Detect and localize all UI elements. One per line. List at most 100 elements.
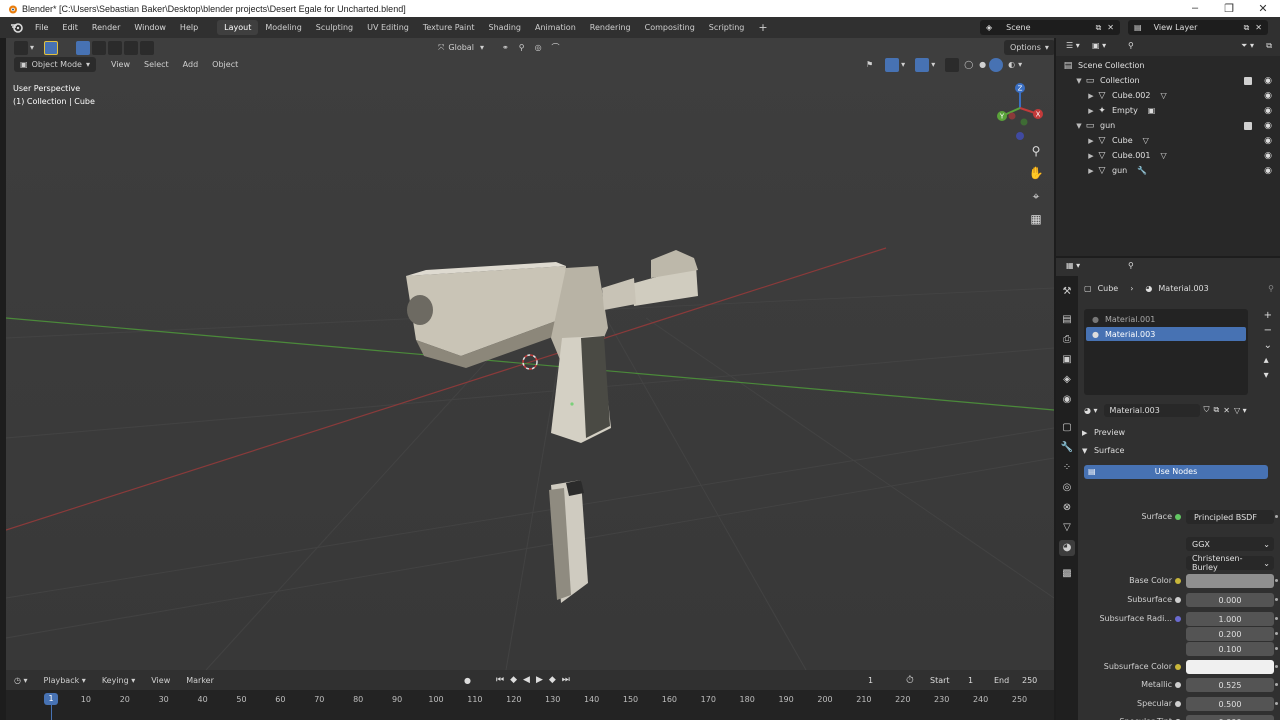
world-tab-icon[interactable]: ◉ [1059, 392, 1075, 408]
keyframe-dot-icon[interactable] [1275, 579, 1278, 582]
socket-dot-icon[interactable] [1175, 514, 1181, 520]
keyframe-dot-icon[interactable] [1275, 617, 1278, 620]
number-field[interactable]: 0.000 [1186, 593, 1274, 607]
mesh-data-icon[interactable]: ▽ [1160, 91, 1166, 100]
outliner-editor-type-icon[interactable]: ☰ ▾ [1066, 41, 1080, 50]
keyframe-dot-icon[interactable] [1275, 515, 1278, 518]
options-dropdown[interactable]: Options ▾ [1004, 40, 1054, 55]
expand-icon[interactable]: ▼ [1074, 77, 1084, 85]
proportional-edit-icon[interactable]: ◎ [535, 43, 542, 52]
constraints-tab-icon[interactable]: ⊗ [1059, 500, 1075, 516]
number-field[interactable]: 0.525 [1186, 678, 1274, 692]
tab-texture-paint[interactable]: Texture Paint [416, 20, 482, 35]
3d-viewport[interactable]: ▾ ⤧ Global ▾ ⚭ ⚲ ◎ ⌒ Options ▾ ▣ Object … [6, 38, 1054, 670]
modifier-tab-icon[interactable]: 🔧 [1059, 440, 1075, 456]
socket-dot-icon[interactable] [1175, 616, 1181, 622]
scene-selector[interactable]: ◈ Scene ⧉ ✕ [980, 20, 1120, 35]
visibility-eye-icon[interactable]: ◉ [1264, 151, 1272, 161]
snap-icon[interactable]: ⚲ [519, 43, 525, 52]
filter-icon[interactable]: ⏷ ▾ [1241, 41, 1254, 51]
menu-window[interactable]: Window [127, 23, 173, 32]
mesh-data-icon[interactable]: ▽ [1143, 136, 1149, 145]
expand-icon[interactable]: ▼ [1074, 122, 1084, 130]
scene-tab-icon[interactable]: ◈ [1059, 372, 1075, 388]
solid-shading-icon[interactable]: ● [979, 60, 986, 69]
copy-icon[interactable]: ⧉ [1096, 23, 1102, 33]
add-slot-icon[interactable]: + [1264, 310, 1272, 321]
number-field[interactable]: 0.100 [1186, 642, 1274, 656]
section-surface[interactable]: ▼ Surface [1082, 446, 1124, 455]
tool-tab-icon[interactable]: ⚒ [1059, 284, 1075, 300]
keyframe-dot-icon[interactable] [1275, 632, 1278, 635]
keyframe-dot-icon[interactable] [1275, 702, 1278, 705]
blender-menu-icon[interactable] [6, 21, 28, 35]
output-tab-icon[interactable]: ⎙ [1059, 332, 1075, 348]
jump-end-icon[interactable]: ⏭ [562, 675, 570, 685]
collapse-icon[interactable]: ▶ [1086, 152, 1096, 160]
socket-dot-icon[interactable] [1175, 597, 1181, 603]
color-swatch[interactable] [1186, 574, 1274, 588]
visibility-eye-icon[interactable]: ◉ [1264, 136, 1272, 146]
timeline-editor-type-icon[interactable]: ◷ ▾ [6, 676, 36, 685]
tab-shading[interactable]: Shading [481, 20, 528, 35]
collapse-icon[interactable]: ▶ [1086, 167, 1096, 175]
add-workspace-button[interactable]: + [751, 18, 774, 37]
keyframe-dot-icon[interactable] [1275, 598, 1278, 601]
display-mode-icon[interactable]: ▣ ▾ [1092, 41, 1106, 50]
mesh-data-icon[interactable]: ▽ [1160, 151, 1166, 160]
data-tab-icon[interactable]: ▽ [1059, 520, 1075, 536]
properties-editor-type-icon[interactable]: ▦ ▾ [1066, 261, 1080, 270]
visibility-eye-icon[interactable]: ◉ [1264, 91, 1272, 101]
object-tab-icon[interactable]: ▢ [1059, 420, 1075, 436]
duplicate-material-icon[interactable]: ⧉ [1214, 405, 1220, 415]
menu-object[interactable]: Object [205, 60, 245, 69]
camera-view-icon[interactable]: ⌖ [1028, 189, 1044, 205]
rendered-shading-icon[interactable]: ◐ [1008, 60, 1015, 69]
pan-hand-icon[interactable]: ✋ [1028, 166, 1044, 182]
image-data-icon[interactable]: ▣ [1148, 106, 1156, 115]
menu-select[interactable]: Select [137, 60, 176, 69]
jump-start-icon[interactable]: ⏮ [496, 675, 504, 685]
maximize-button[interactable]: ❐ [1212, 2, 1246, 15]
menu-render[interactable]: Render [85, 23, 127, 32]
material-preview-icon[interactable] [989, 57, 1004, 72]
tab-compositing[interactable]: Compositing [638, 20, 702, 35]
tab-scripting[interactable]: Scripting [702, 20, 752, 35]
outliner-item[interactable]: ▶ ▽ Cube ▽ ◉ [1056, 133, 1280, 148]
current-frame-field[interactable]: 1 [868, 676, 873, 685]
menu-view[interactable]: View [104, 60, 137, 69]
number-field[interactable]: 0.000 [1186, 715, 1274, 720]
outliner-item[interactable]: ▤ Scene Collection [1056, 58, 1280, 73]
zoom-icon[interactable]: ⚲ [1028, 144, 1044, 160]
material-name-field[interactable]: Material.003 [1103, 403, 1200, 417]
tab-modeling[interactable]: Modeling [258, 20, 308, 35]
menu-timeline-view[interactable]: View [143, 676, 178, 685]
pin-icon[interactable]: ⚲ [1268, 284, 1274, 293]
color-swatch[interactable] [1186, 660, 1274, 674]
visibility-eye-icon[interactable]: ◉ [1264, 166, 1272, 176]
wireframe-shading-icon[interactable]: ◯ [964, 60, 973, 69]
visibility-eye-icon[interactable]: ◉ [1264, 76, 1272, 86]
select-subtract-icon[interactable] [108, 40, 122, 55]
end-field[interactable]: 250 [1022, 676, 1037, 685]
use-nodes-button[interactable]: ▤ Use Nodes [1084, 465, 1268, 479]
mode-selector[interactable]: ▣ Object Mode ▾ [14, 57, 96, 72]
texture-tab-icon[interactable]: ▩ [1059, 566, 1075, 582]
falloff-icon[interactable]: ⌒ [552, 42, 560, 53]
select-extend-icon[interactable] [92, 40, 106, 55]
unlink-material-icon[interactable]: ✕ [1223, 406, 1230, 415]
tab-sculpting[interactable]: Sculpting [309, 20, 360, 35]
tab-animation[interactable]: Animation [528, 20, 583, 35]
visibility-eye-icon[interactable]: ◉ [1264, 106, 1272, 116]
tab-rendering[interactable]: Rendering [583, 20, 638, 35]
search-icon[interactable]: ⚲ [1128, 261, 1134, 270]
view-layer-selector[interactable]: ▤ View Layer ⧉ ✕ [1128, 20, 1268, 35]
collapse-icon[interactable]: ▶ [1086, 92, 1096, 100]
keyframe-dot-icon[interactable] [1275, 683, 1278, 686]
select-new-icon[interactable] [76, 40, 90, 55]
xray-toggle-icon[interactable] [945, 57, 960, 72]
search-icon[interactable]: ⚲ [1128, 41, 1134, 50]
gizmo-toggle-icon[interactable] [885, 57, 900, 72]
copy-icon[interactable]: ⧉ [1244, 23, 1250, 33]
tab-uv-editing[interactable]: UV Editing [360, 20, 416, 35]
